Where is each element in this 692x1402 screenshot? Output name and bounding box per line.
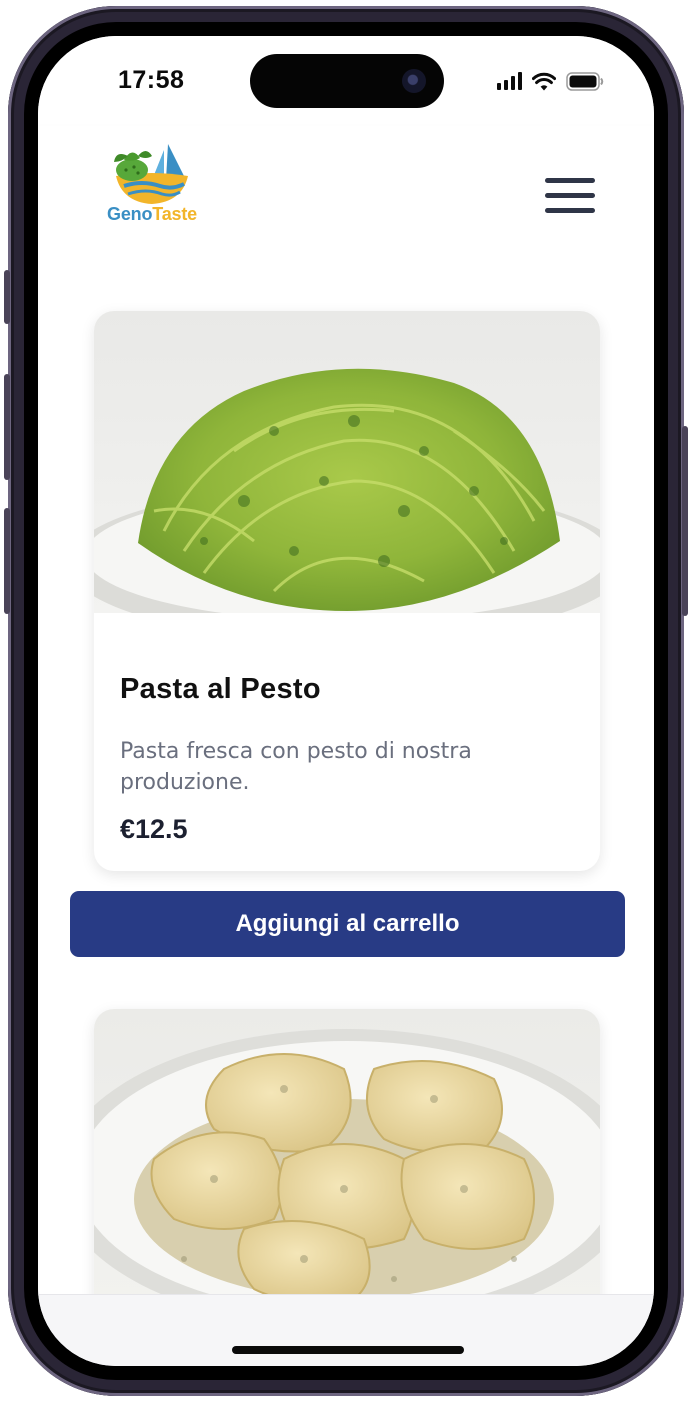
app-header: GenoTaste — [38, 126, 654, 260]
battery-icon — [566, 71, 604, 91]
wifi-icon — [532, 72, 556, 90]
product-description: Pasta fresca con pesto di nostra produzi… — [120, 739, 472, 795]
action-button — [4, 270, 10, 324]
power-button — [682, 426, 688, 616]
logo-text-geno: Geno — [107, 204, 153, 224]
volume-down-button — [4, 508, 10, 614]
product-list: Pasta al Pesto Pasta fresca con pesto di… — [38, 260, 654, 1294]
ravioli-image — [94, 1009, 600, 1294]
logo-text: GenoTaste — [102, 204, 202, 225]
status-bar: 17:58 — [38, 36, 654, 126]
logo-icon — [114, 144, 188, 204]
pasta-al-pesto-image — [94, 311, 600, 613]
status-time: 17:58 — [118, 66, 185, 94]
front-camera-icon — [402, 69, 426, 93]
bottom-bar — [38, 1294, 654, 1366]
product-card[interactable] — [94, 1009, 600, 1294]
product-title: Pasta al Pesto — [120, 673, 321, 705]
hamburger-menu-icon[interactable] — [542, 176, 598, 216]
volume-up-button — [4, 374, 10, 480]
genotaste-logo[interactable]: GenoTaste — [102, 140, 202, 238]
product-card[interactable]: Pasta al Pesto Pasta fresca con pesto di… — [94, 311, 600, 871]
dynamic-island — [250, 54, 444, 108]
logo-text-taste: Taste — [152, 204, 197, 224]
status-icons — [497, 70, 604, 92]
home-indicator[interactable] — [232, 1346, 464, 1354]
app-screen: 17:58 GenoTaste Pasta al Pesto Pasta fre… — [38, 36, 654, 1366]
product-price: €12.5 — [120, 814, 188, 844]
signal-icon — [497, 72, 522, 90]
add-to-cart-button[interactable]: Aggiungi al carrello — [70, 891, 625, 957]
